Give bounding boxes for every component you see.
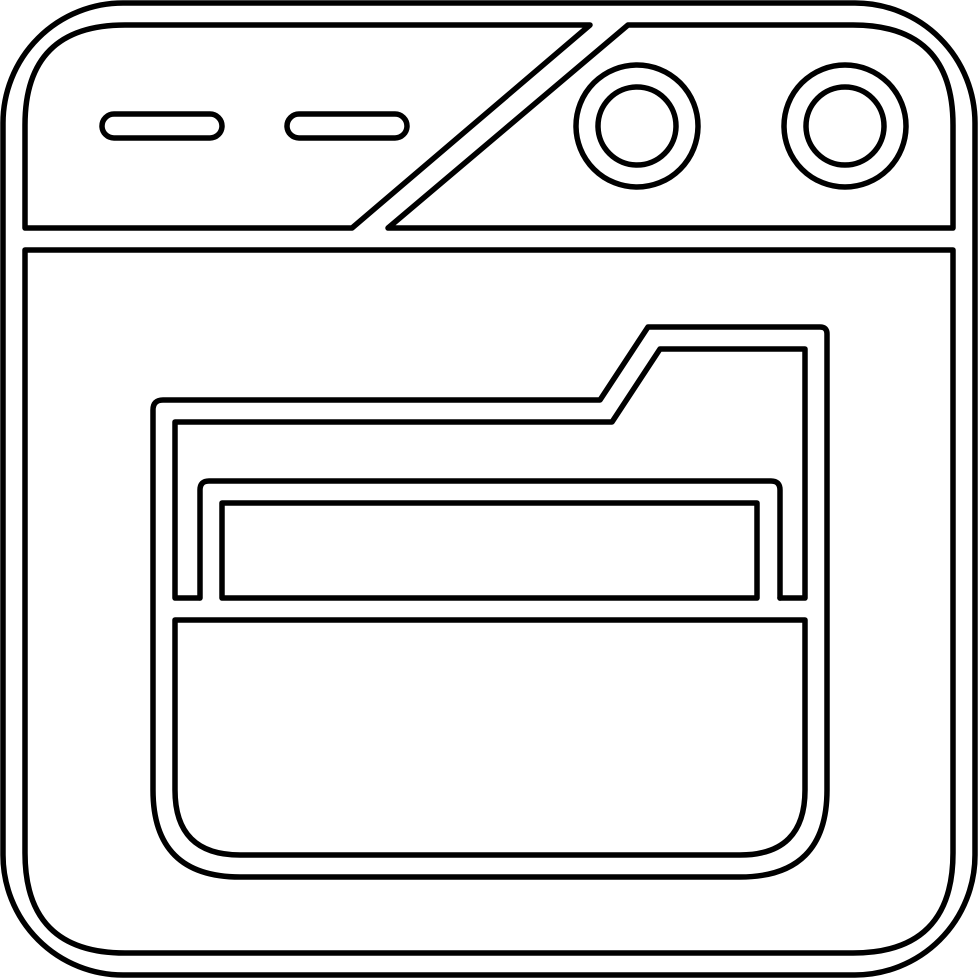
dash-icon	[284, 111, 410, 141]
title-bar-ring-buttons	[573, 62, 909, 190]
folder-icon	[150, 324, 830, 880]
folder-outer-outline	[150, 324, 830, 880]
ring-inner	[595, 84, 679, 168]
dash-icon	[99, 111, 225, 141]
folder-back-panel	[172, 346, 808, 601]
ring-outer	[781, 62, 909, 190]
folder-front-pocket	[172, 617, 808, 858]
folder-sheet-inner	[219, 500, 760, 601]
ring-button-icon	[781, 62, 909, 190]
ring-inner	[803, 84, 887, 168]
title-bar-dashes	[99, 111, 410, 141]
title-bar	[22, 22, 956, 231]
folder-sheet-outer	[197, 478, 783, 601]
ring-outer	[573, 62, 701, 190]
browser-window-folder-icon	[0, 0, 979, 980]
icon-canvas	[0, 0, 978, 978]
ring-button-icon	[573, 62, 701, 190]
